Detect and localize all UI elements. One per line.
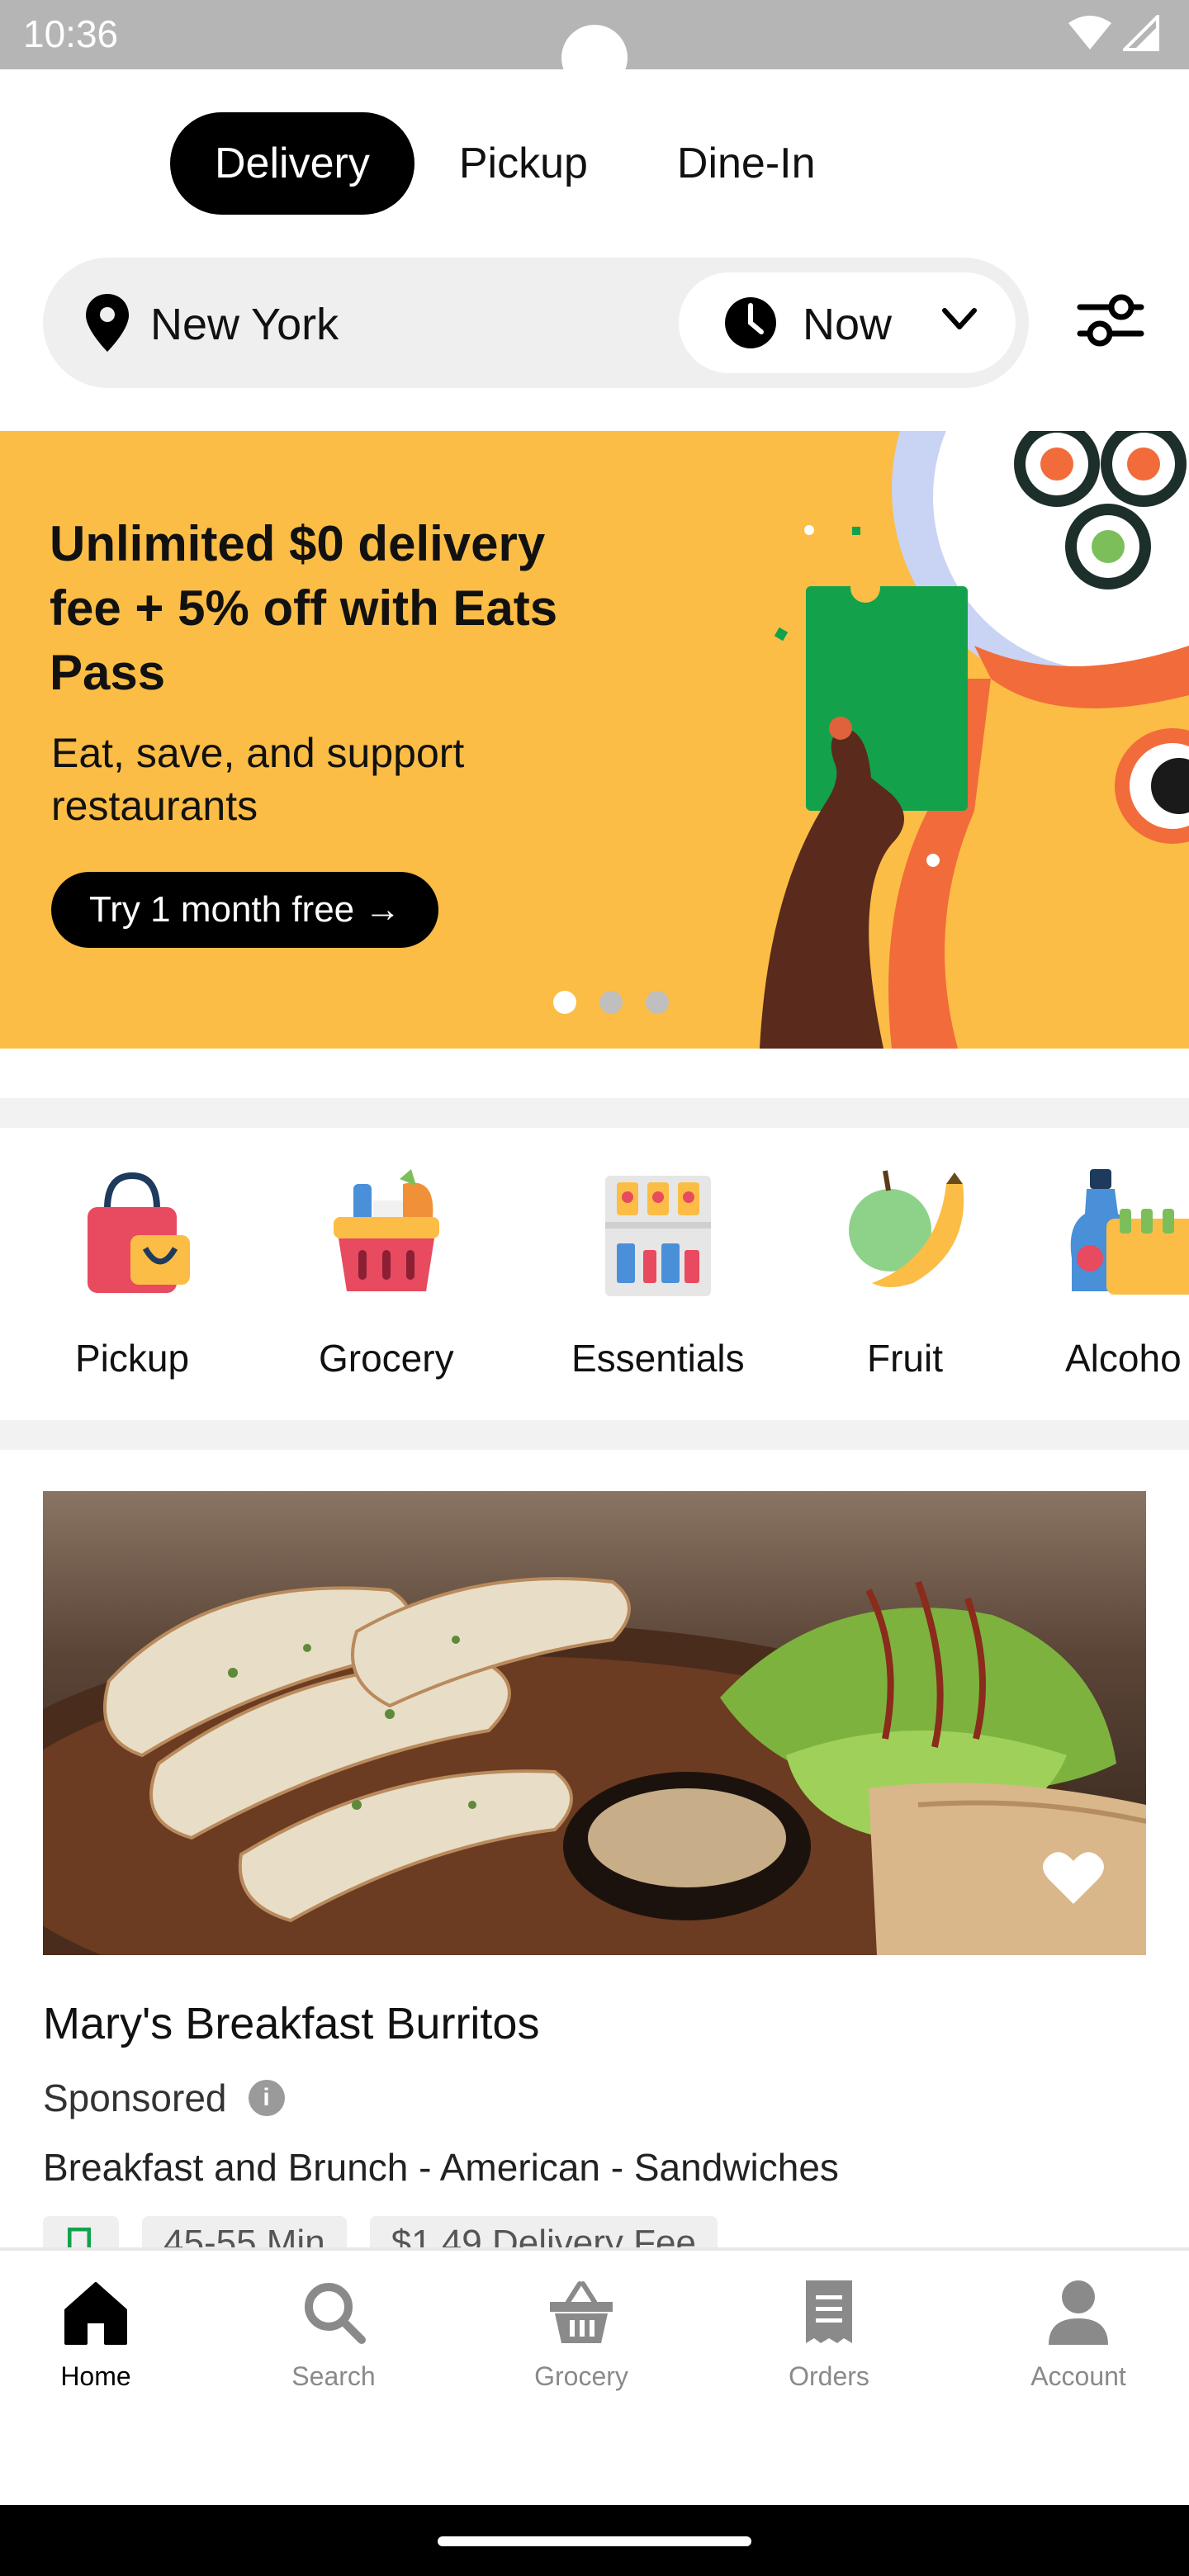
location-city: New York <box>150 300 339 349</box>
category-row: Pickup Grocery Essentials Fruit Alcoho <box>0 1126 1189 1420</box>
category-label: Fruit <box>867 1337 943 1380</box>
info-icon[interactable]: i <box>248 2080 285 2116</box>
delivery-time-selector[interactable]: Now <box>679 272 1016 373</box>
nav-label: Grocery <box>534 2361 628 2391</box>
carousel-dot-1[interactable] <box>553 991 576 1014</box>
status-icons <box>1067 15 1159 51</box>
nav-label: Search <box>291 2361 376 2391</box>
category-essentials[interactable]: Essentials <box>571 1167 745 1380</box>
tab-pickup[interactable]: Pickup <box>414 112 632 215</box>
favorite-heart-icon[interactable] <box>1042 1849 1105 1906</box>
clock-icon <box>725 297 776 348</box>
nav-label: Orders <box>789 2361 869 2391</box>
promo-title: Unlimited $0 delivery fee + 5% off with … <box>50 516 558 700</box>
restaurant-image[interactable] <box>43 1491 1146 1955</box>
home-icon <box>64 2282 127 2345</box>
nav-label: Account <box>1030 2361 1126 2391</box>
bottom-navigation: Home Search Grocery Orders Account <box>0 2247 1189 2505</box>
category-pickup[interactable]: Pickup <box>66 1167 198 1380</box>
nav-account[interactable]: Account <box>996 2277 1161 2392</box>
search-icon <box>305 2283 366 2344</box>
category-label: Grocery <box>319 1337 454 1380</box>
location-pin-icon <box>86 294 129 352</box>
category-grocery[interactable]: Grocery <box>319 1167 454 1380</box>
section-divider <box>0 1420 1189 1450</box>
nav-search[interactable]: Search <box>251 2277 416 2392</box>
nav-home[interactable]: Home <box>13 2277 178 2392</box>
carousel-dot-2[interactable] <box>599 991 623 1014</box>
nav-label: Home <box>60 2361 131 2391</box>
tab-dine-in[interactable]: Dine-In <box>632 112 860 215</box>
sponsored-label-row: Sponsored i <box>43 2076 285 2120</box>
carousel-dots <box>553 991 669 1014</box>
category-fruit[interactable]: Fruit <box>839 1167 971 1380</box>
category-label: Pickup <box>74 1337 190 1380</box>
essentials-shelf-icon <box>604 1176 711 1296</box>
alcohol-icon <box>1070 1169 1189 1295</box>
restaurant-cuisines: Breakfast and Brunch - American - Sandwi… <box>43 2146 839 2189</box>
status-time: 10:36 <box>23 12 119 55</box>
carousel-dot-3[interactable] <box>646 991 669 1014</box>
cellular-signal-icon <box>1123 15 1159 51</box>
system-gesture-bar <box>0 2505 1189 2576</box>
grocery-basket-icon <box>550 2281 613 2343</box>
category-alcohol[interactable]: Alcoho <box>1065 1167 1189 1380</box>
restaurant-name[interactable]: Mary's Breakfast Burritos <box>43 1998 539 2049</box>
promo-banner[interactable]: Unlimited $0 delivery fee + 5% off with … <box>0 431 1189 1049</box>
shopping-bag-icon <box>88 1172 190 1293</box>
nav-grocery[interactable]: Grocery <box>499 2277 664 2392</box>
delivery-time-label: Now <box>803 300 893 349</box>
chevron-down-icon <box>942 308 977 329</box>
promo-illustration <box>760 431 1189 1049</box>
location-bar[interactable]: New York Now <box>43 258 1029 388</box>
category-label: Alcoho <box>1065 1337 1182 1380</box>
fruit-icon <box>849 1170 964 1287</box>
food-photo <box>43 1491 1146 1955</box>
filter-sliders-icon[interactable] <box>1073 282 1148 357</box>
promo-subtitle: Eat, save, and support restaurants <box>51 730 465 829</box>
category-label: Essentials <box>571 1337 745 1380</box>
section-divider <box>0 1098 1189 1128</box>
wifi-icon <box>1068 16 1111 50</box>
tab-delivery[interactable]: Delivery <box>170 112 414 215</box>
grocery-basket-icon <box>333 1169 439 1291</box>
nav-orders[interactable]: Orders <box>746 2277 912 2392</box>
try-free-button[interactable]: Try 1 month free → <box>51 872 439 948</box>
account-icon <box>1049 2280 1108 2345</box>
mode-tabs: Delivery Pickup Dine-In <box>170 112 860 215</box>
camera-cutout <box>561 25 628 91</box>
home-gesture-handle[interactable] <box>438 2536 751 2546</box>
receipt-icon <box>806 2280 852 2343</box>
sponsored-label: Sponsored <box>43 2076 227 2119</box>
